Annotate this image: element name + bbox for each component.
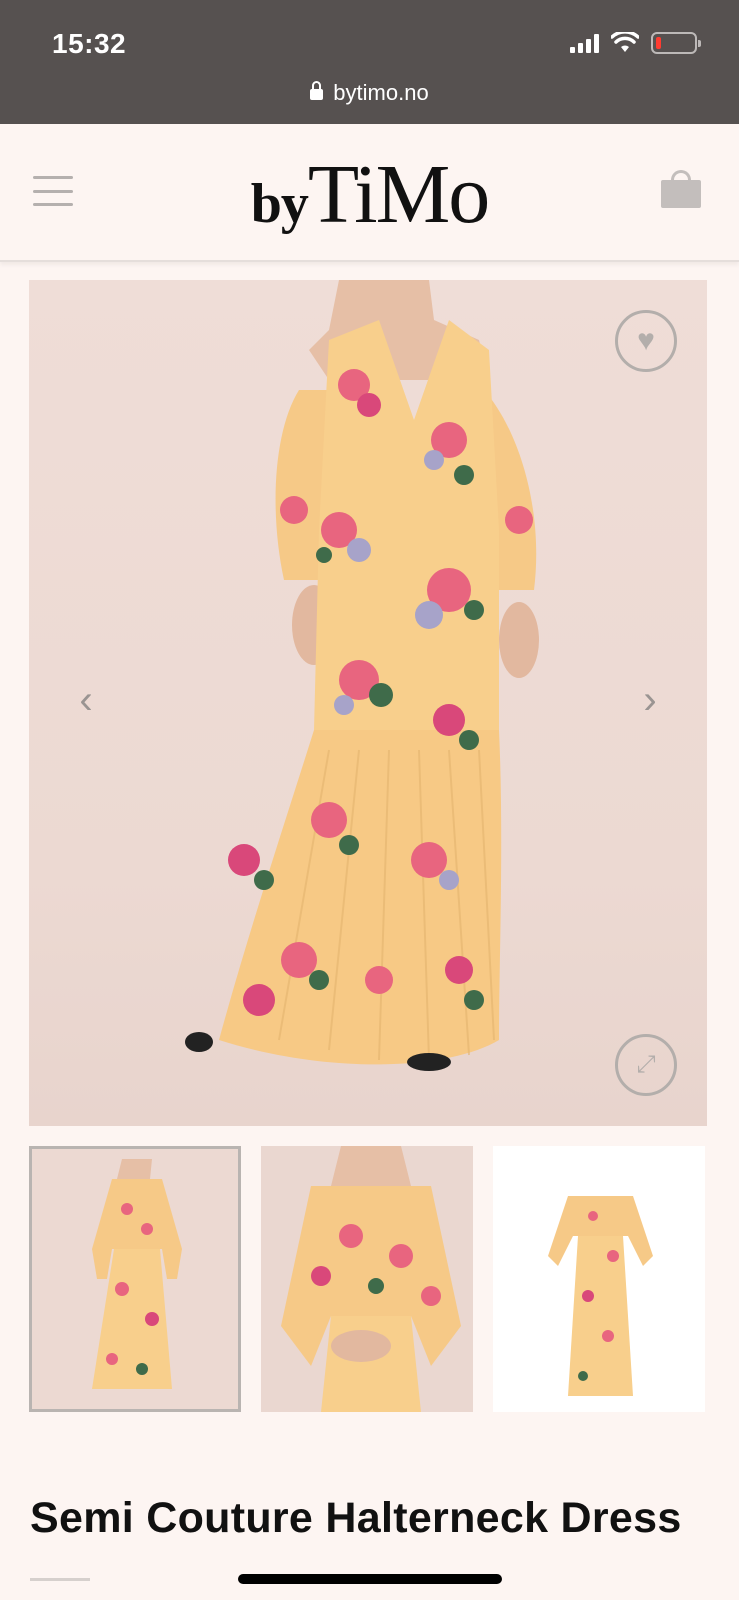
home-indicator[interactable] — [238, 1574, 502, 1584]
thumbnail-3[interactable] — [493, 1146, 705, 1412]
thumbnail-1[interactable] — [29, 1146, 241, 1412]
heart-icon[interactable]: ♥ — [615, 310, 677, 372]
chevron-left-icon[interactable]: ‹ — [71, 680, 101, 720]
shopping-bag-icon[interactable] — [661, 170, 701, 208]
status-icons — [570, 32, 701, 54]
dress-illustration — [185, 280, 539, 1071]
thumbnail-2[interactable] — [261, 1146, 473, 1412]
expand-icon[interactable]: ⤢ — [615, 1034, 677, 1096]
lock-icon — [310, 81, 324, 100]
thumbnail-dress-image — [92, 1159, 182, 1389]
logo-brand: TiMo — [307, 148, 490, 241]
site-logo[interactable]: byTiMo — [0, 146, 739, 243]
thumbnail-flatlay-image — [548, 1196, 653, 1396]
logo-by: by — [250, 173, 309, 235]
cellular-signal-icon — [570, 33, 599, 53]
chevron-right-icon[interactable]: › — [635, 680, 665, 720]
browser-status-bar: 15:32 bytimo.no — [0, 0, 739, 124]
thumbnail-detail-image — [281, 1146, 461, 1412]
title-divider — [30, 1578, 90, 1581]
battery-icon — [651, 32, 701, 54]
thumbnail-gallery — [29, 1146, 707, 1412]
product-main-image[interactable]: ♥ ⤢ ‹ › — [29, 280, 707, 1126]
site-header: byTiMo — [0, 124, 739, 262]
address-bar[interactable]: bytimo.no — [0, 80, 739, 106]
wifi-icon — [611, 32, 639, 52]
url-text: bytimo.no — [333, 80, 429, 105]
product-title: Semi Couture Halterneck Dress — [30, 1494, 682, 1542]
status-time: 15:32 — [52, 28, 127, 59]
